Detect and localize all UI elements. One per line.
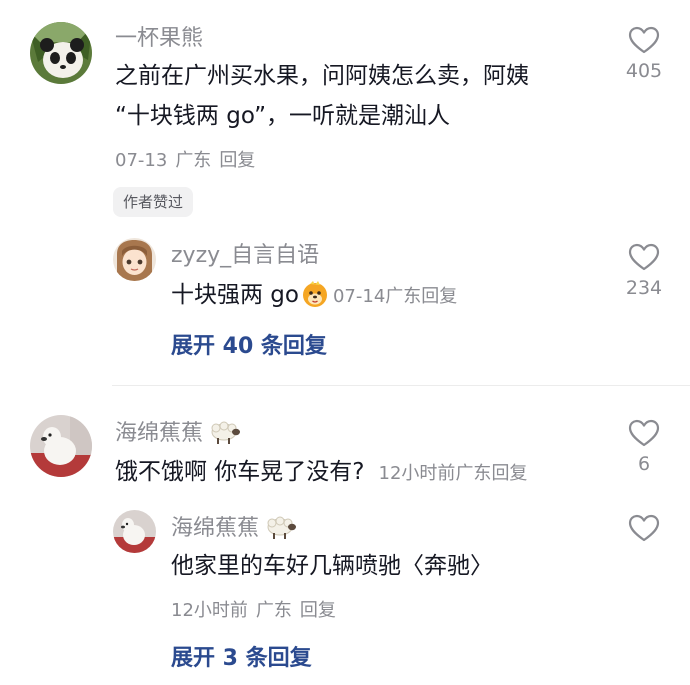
like-count: 405: [625, 60, 663, 82]
avatar[interactable]: [30, 415, 92, 477]
heart-icon: [628, 514, 660, 542]
panda-avatar-icon: [30, 22, 92, 84]
like-button[interactable]: 405: [624, 26, 664, 82]
reply-location: 广东: [255, 600, 292, 621]
reply-username[interactable]: 海绵蕉蕉: [171, 514, 297, 547]
reply-date: 07-14: [332, 286, 386, 307]
heart-icon: [628, 26, 660, 54]
like-count: 234: [625, 277, 663, 299]
dog-avatar-icon: [113, 510, 156, 553]
username-text: 海绵蕉蕉: [115, 421, 204, 446]
expand-replies-button[interactable]: 展开 3 条回复: [171, 640, 312, 672]
reply-meta: 12小时前 广东 回复: [171, 596, 336, 622]
heart-icon: [628, 243, 660, 271]
reply-date: 12小时前: [171, 600, 248, 621]
reply-location: 广东: [385, 286, 422, 307]
reply-button[interactable]: 回复: [491, 463, 527, 484]
divider: [112, 385, 690, 386]
dog-emoji-icon: [301, 280, 329, 321]
expand-replies-button[interactable]: 展开 40 条回复: [171, 328, 327, 360]
reply-button[interactable]: 回复: [421, 286, 457, 307]
like-button[interactable]: [624, 514, 664, 542]
reply-text: 十块强两 go: [171, 282, 299, 308]
sheep-emoji-icon: [207, 419, 241, 452]
like-button[interactable]: 234: [624, 243, 664, 299]
comment-date: 12小时前: [378, 463, 456, 484]
avatar[interactable]: [30, 22, 92, 84]
comment-line: 饿不饿啊 你车晃了没有? 12小时前广东回复: [115, 452, 527, 494]
reply-text: 他家里的车好几辆喷驰〈奔驰〉: [171, 553, 493, 579]
comment-location: 广东: [175, 150, 212, 171]
like-button[interactable]: 6: [624, 419, 664, 475]
comment-location: 广东: [455, 463, 492, 484]
reply-username[interactable]: zyzy_自言自语: [171, 243, 319, 269]
avatar[interactable]: [113, 510, 156, 553]
heart-icon: [628, 419, 660, 447]
reply-button[interactable]: 回复: [219, 150, 255, 171]
reply-line: 十块强两 go 07-14广东回复: [171, 275, 457, 321]
comment-username[interactable]: 一杯果熊: [115, 26, 203, 52]
comment-text: “十块钱两 go”，一听就是潮汕人: [115, 103, 450, 129]
anime-girl-avatar-icon: [113, 238, 156, 281]
reply-button[interactable]: 回复: [300, 600, 336, 621]
comment-date: 07-13: [115, 150, 168, 171]
comment-username[interactable]: 海绵蕉蕉: [115, 419, 241, 452]
dog-avatar-icon: [30, 415, 92, 477]
avatar[interactable]: [113, 238, 156, 281]
comment-text: 之前在广州买水果，问阿姨怎么卖，阿姨: [115, 63, 529, 89]
username-text: 海绵蕉蕉: [171, 516, 260, 541]
comment-text: 饿不饿啊 你车晃了没有?: [115, 459, 365, 485]
like-count: 6: [637, 453, 651, 475]
sheep-emoji-icon: [263, 514, 297, 547]
author-liked-badge: 作者赞过: [113, 187, 194, 217]
comment-meta: 07-13 广东 回复: [115, 146, 255, 172]
